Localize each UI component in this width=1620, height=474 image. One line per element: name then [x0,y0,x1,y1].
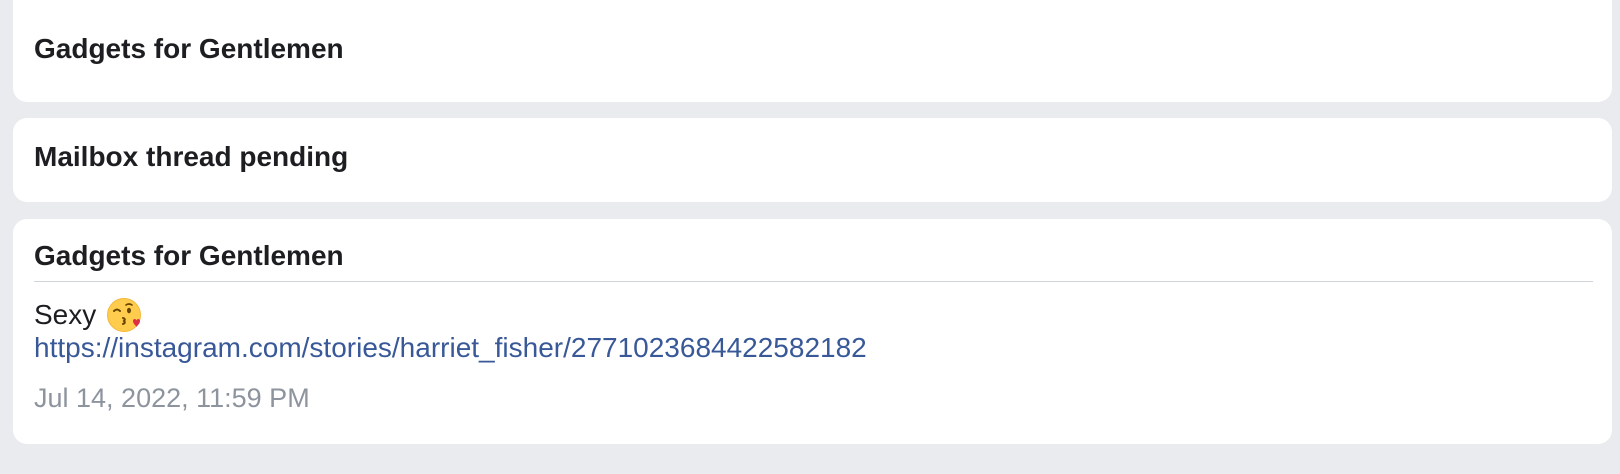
message-timestamp: Jul 14, 2022, 11:59 PM [34,383,310,413]
title-divider [34,281,1593,282]
message-body: Sexy [34,297,142,333]
thread-card: Mailbox thread pending [13,118,1612,202]
thread-title: Mailbox thread pending [34,141,349,172]
face-throwing-a-kiss-icon [106,297,142,333]
conversation-card: Gadgets for Gentlemen Sexy https://insta… [13,219,1612,444]
conversation-title: Gadgets for Gentlemen [34,240,344,271]
instagram-story-link[interactable]: https://instagram.com/stories/harriet_fi… [34,331,867,365]
message-text: Sexy [34,299,97,330]
thread-title: Gadgets for Gentlemen [34,33,344,64]
thread-card: Gadgets for Gentlemen [13,0,1612,102]
